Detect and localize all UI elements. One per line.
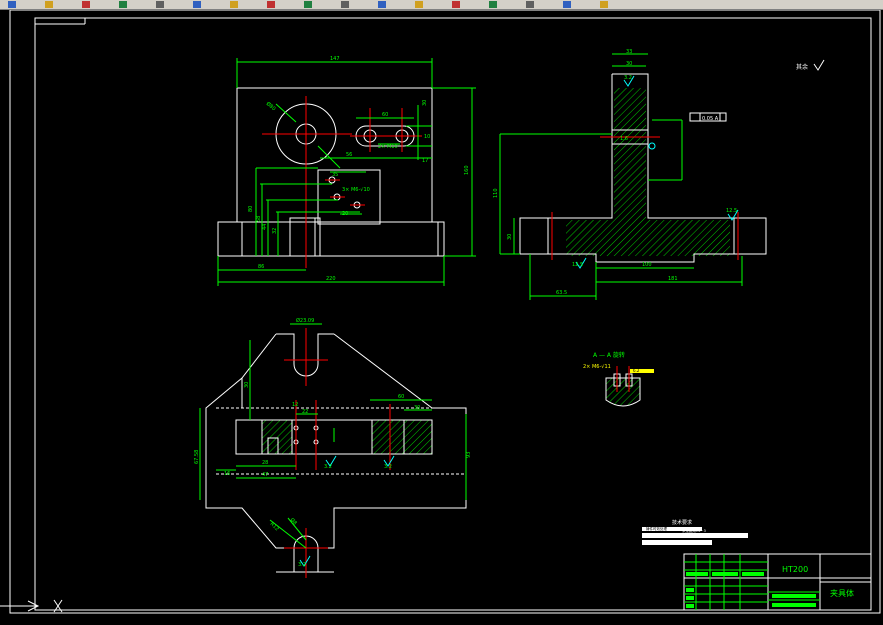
dim-20: 20: [342, 211, 348, 217]
side-dim-33: 33: [626, 49, 632, 55]
top-rough-3: 3.2: [298, 562, 306, 568]
undo-icon[interactable]: [267, 1, 275, 8]
section-note: 2× M6-√11: [583, 364, 611, 370]
top-dim-12: 12: [292, 402, 298, 408]
table-icon[interactable]: [563, 1, 571, 8]
drawing-frame: [9, 10, 881, 614]
dim-58: 58: [256, 216, 262, 222]
roughness-note-text: 其余: [796, 63, 808, 71]
section-a-a: A — A 旋转 2× M6-√11 6.2: [583, 351, 654, 407]
top-dim-28: 28: [262, 460, 268, 466]
part-name-label: 夹具体: [830, 588, 854, 598]
side-view: 33 30 3.2 1.6 110 30 12.5 12.5 100 181 6…: [493, 49, 767, 300]
copy-icon[interactable]: [193, 1, 201, 8]
side-rough-side: 1.6: [620, 136, 628, 142]
top-dim-16: 16: [224, 471, 230, 477]
top-dim-93: 93: [466, 452, 472, 458]
match-icon[interactable]: [489, 1, 497, 8]
toolbar: [0, 0, 883, 10]
section-rough: 6.2: [633, 368, 640, 373]
top-rough-2: 3.2: [384, 464, 392, 470]
properties-icon[interactable]: [452, 1, 460, 8]
dim-35: 35: [332, 172, 338, 178]
drawing-canvas[interactable]: 147 220 86 160 80 58 44 32 30 10 17 60 5…: [0, 10, 883, 625]
dim-32: 32: [272, 228, 278, 234]
top-dim-30b: 30: [414, 405, 420, 411]
dim-160: 160: [464, 165, 470, 175]
front-view: 147 220 86 160 80 58 44 32 30 10 17 60 5…: [217, 56, 476, 286]
material-label: HT200: [782, 565, 808, 574]
side-dim-100: 100: [642, 262, 652, 268]
roughness-note: 其余: [796, 59, 825, 71]
redo-icon[interactable]: [304, 1, 312, 8]
title-block: [683, 553, 872, 611]
save-icon[interactable]: [82, 1, 90, 8]
dim-80: 80: [248, 206, 254, 212]
top-slot-dia: Ø8: [289, 516, 299, 526]
tech-line2: 未注圆角R2~3: [682, 528, 706, 533]
thread-mid: 3× M6-√10: [342, 187, 370, 193]
dim-44: 44: [262, 224, 268, 230]
cut-icon[interactable]: [156, 1, 164, 8]
side-dim-181: 181: [668, 276, 678, 282]
dim-86: 86: [258, 264, 264, 270]
bore-dia: Ø80: [265, 100, 277, 112]
side-rough-base: 12.5: [726, 208, 737, 214]
top-dim-47: 47: [262, 472, 268, 478]
side-dim-63: 63.5: [556, 290, 567, 296]
top-dim-30: 30: [244, 382, 250, 388]
top-rough-1: 3.2: [324, 464, 332, 470]
pan-icon[interactable]: [378, 1, 386, 8]
thread-top: 2× M10: [378, 144, 398, 150]
top-slot-radius: R12: [269, 521, 280, 532]
layer-icon[interactable]: [415, 1, 423, 8]
tech-line1: 铸件时效处理: [646, 526, 667, 531]
side-dim-30b: 30: [507, 234, 513, 240]
top-dim-67: 67.58: [194, 450, 200, 464]
top-dim-60: 60: [398, 394, 404, 400]
side-rough-top: 3.2: [624, 75, 632, 81]
zoom-icon[interactable]: [341, 1, 349, 8]
print-icon[interactable]: [119, 1, 127, 8]
side-rough-bottom: 12.5: [572, 262, 583, 268]
tolerance-box: 0.05 A: [702, 116, 719, 122]
dim-220: 220: [326, 276, 336, 282]
open-icon[interactable]: [45, 1, 53, 8]
dim-60: 60: [382, 112, 388, 118]
new-icon[interactable]: [8, 1, 16, 8]
help-icon[interactable]: [600, 1, 608, 8]
top-view: Ø23.09 30 60 30 12 22 28 47 16 67.58 93 …: [194, 317, 472, 578]
tech-heading: 技术要求: [672, 519, 692, 526]
dim-10: 10: [424, 134, 430, 140]
side-dim-30: 30: [626, 61, 632, 67]
measure-icon[interactable]: [526, 1, 534, 8]
dim-56: 56: [346, 152, 352, 158]
top-slot-width: Ø23.09: [296, 317, 314, 324]
title-block-fills: [686, 572, 816, 608]
dim-17: 17: [422, 158, 428, 164]
dim-147: 147: [330, 56, 340, 62]
technical-requirements: 技术要求 铸件时效处理 未注圆角R2~3: [642, 519, 748, 545]
paste-icon[interactable]: [230, 1, 238, 8]
side-dim-110: 110: [493, 188, 499, 198]
section-title: A — A 旋转: [593, 351, 625, 359]
dim-30: 30: [422, 100, 428, 106]
top-dim-22: 22: [302, 409, 308, 415]
